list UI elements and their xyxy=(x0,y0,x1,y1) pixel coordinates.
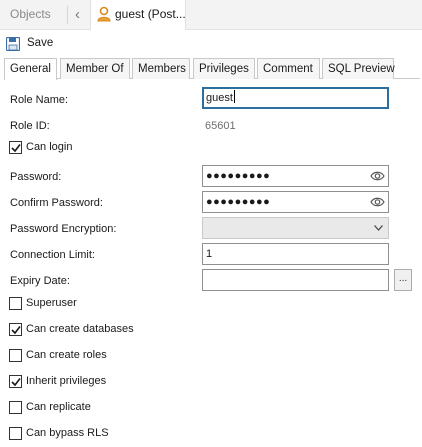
connection-limit-label: Connection Limit: xyxy=(10,249,95,261)
back-arrow-icon[interactable]: ‹ xyxy=(75,0,80,30)
password-label: Password: xyxy=(10,171,62,183)
confirm-password-value: ●●●●●●●●● xyxy=(206,196,271,208)
password-encryption-label: Password Encryption: xyxy=(10,223,117,235)
password-value: ●●●●●●●●● xyxy=(206,170,271,182)
checkbox-checked-icon xyxy=(9,141,22,154)
role-name-label: Role Name: xyxy=(10,94,69,106)
role-id-value: 65601 xyxy=(205,120,236,132)
password-encryption-select[interactable] xyxy=(202,217,389,239)
eye-icon[interactable] xyxy=(370,170,385,182)
objects-tab[interactable]: Objects xyxy=(10,0,51,30)
inherit-privileges-label: Inherit privileges xyxy=(26,375,107,387)
tab-comment[interactable]: Comment xyxy=(257,58,320,79)
tab-members[interactable]: Members xyxy=(132,58,190,79)
role-id-label: Role ID: xyxy=(10,120,50,132)
tab-privileges[interactable]: Privileges xyxy=(193,58,255,79)
can-bypass-rls-label: Can bypass RLS xyxy=(26,427,109,439)
checkbox-unchecked-icon xyxy=(9,401,22,414)
expiry-date-picker-button[interactable]: ... xyxy=(394,269,412,291)
user-role-icon xyxy=(97,6,111,22)
chevron-down-icon xyxy=(374,225,383,231)
role-editor-tab-label: guest (Post... xyxy=(115,7,186,21)
can-create-databases-label: Can create databases xyxy=(26,323,134,335)
role-name-input[interactable]: guest xyxy=(202,87,389,109)
connection-limit-input[interactable]: 1 xyxy=(202,243,389,265)
document-tab-bar: Objects ‹ guest (Post... xyxy=(0,0,422,30)
tab-sql-preview[interactable]: SQL Preview xyxy=(322,58,395,79)
editor-tabs: General Member Of Members Privileges Com… xyxy=(4,58,420,80)
superuser-label: Superuser xyxy=(26,297,77,309)
floppy-disk-icon xyxy=(6,37,20,51)
role-name-value: guest xyxy=(206,92,233,104)
password-input[interactable]: ●●●●●●●●● xyxy=(202,165,389,187)
role-editor-tab[interactable]: guest (Post... xyxy=(90,0,186,30)
tab-member-of[interactable]: Member Of xyxy=(60,58,130,79)
checkbox-checked-icon xyxy=(9,323,22,336)
eye-icon[interactable] xyxy=(370,196,385,208)
can-login-label: Can login xyxy=(26,141,73,153)
save-button-label: Save xyxy=(27,37,54,49)
text-caret xyxy=(233,90,235,103)
checkbox-checked-icon xyxy=(9,375,22,388)
can-create-roles-label: Can create roles xyxy=(26,349,107,361)
can-replicate-label: Can replicate xyxy=(26,401,91,413)
checkbox-unchecked-icon xyxy=(9,427,22,440)
checkbox-unchecked-icon xyxy=(9,297,22,310)
expiry-date-input[interactable] xyxy=(202,269,389,291)
confirm-password-label: Confirm Password: xyxy=(10,197,103,209)
checkbox-unchecked-icon xyxy=(9,349,22,362)
expiry-date-label: Expiry Date: xyxy=(10,275,70,287)
tab-separator xyxy=(67,6,68,24)
confirm-password-input[interactable]: ●●●●●●●●● xyxy=(202,191,389,213)
tab-general[interactable]: General xyxy=(4,58,57,80)
